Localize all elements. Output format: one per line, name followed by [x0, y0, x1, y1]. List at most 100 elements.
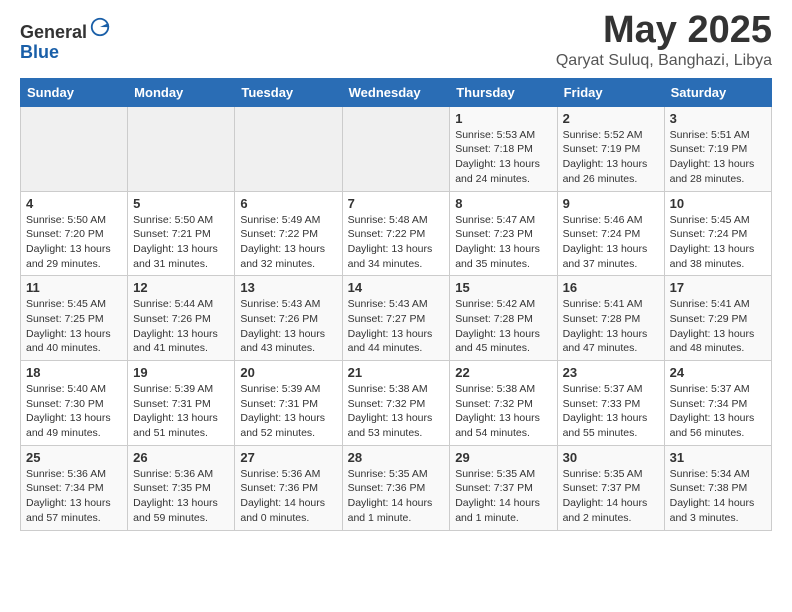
day-info: Sunrise: 5:41 AM Sunset: 7:28 PM Dayligh… — [563, 297, 659, 356]
day-cell: 15Sunrise: 5:42 AM Sunset: 7:28 PM Dayli… — [450, 276, 557, 361]
day-info: Sunrise: 5:44 AM Sunset: 7:26 PM Dayligh… — [133, 297, 229, 356]
day-number: 4 — [26, 196, 122, 211]
day-info: Sunrise: 5:41 AM Sunset: 7:29 PM Dayligh… — [670, 297, 766, 356]
day-cell: 2 Sunrise: 5:52 AM Sunset: 7:19 PM Daylig… — [557, 106, 664, 191]
day-number: 27 — [240, 450, 336, 465]
day-cell: 26Sunrise: 5:36 AM Sunset: 7:35 PM Dayli… — [128, 445, 235, 530]
day-number: 17 — [670, 280, 766, 295]
day-info: Sunrise: 5:39 AM Sunset: 7:31 PM Dayligh… — [240, 382, 336, 441]
day-cell: 21Sunrise: 5:38 AM Sunset: 7:32 PM Dayli… — [342, 361, 450, 446]
day-number: 21 — [348, 365, 445, 380]
weekday-header-saturday: Saturday — [664, 78, 771, 106]
weekday-header-sunday: Sunday — [21, 78, 128, 106]
day-info: Sunrise: 5:49 AM Sunset: 7:22 PM Dayligh… — [240, 213, 336, 272]
day-cell: 11Sunrise: 5:45 AM Sunset: 7:25 PM Dayli… — [21, 276, 128, 361]
logo-blue-text: Blue — [20, 42, 59, 62]
day-info: Sunrise: 5:50 AM Sunset: 7:20 PM Dayligh… — [26, 213, 122, 272]
day-cell: 27 Sunrise: 5:36 AM Sunset: 7:36 PM Dayli… — [235, 445, 342, 530]
day-cell: 7 Sunrise: 5:48 AM Sunset: 7:22 PM Daylig… — [342, 191, 450, 276]
weekday-header-wednesday: Wednesday — [342, 78, 450, 106]
day-info: Sunrise: 5:45 AM Sunset: 7:25 PM Dayligh… — [26, 297, 122, 356]
day-cell — [342, 106, 450, 191]
location-text: Qaryat Suluq, Banghazi, Libya — [556, 52, 772, 70]
day-info: Sunrise: 5:35 AM Sunset: 7:37 PM Dayligh… — [455, 467, 551, 526]
weekday-header-tuesday: Tuesday — [235, 78, 342, 106]
month-title: May 2025 — [556, 10, 772, 52]
day-cell: 18 Sunrise: 5:40 AM Sunset: 7:30 PM Dayli… — [21, 361, 128, 446]
day-number: 14 — [348, 280, 445, 295]
day-number: 12 — [133, 280, 229, 295]
weekday-header-monday: Monday — [128, 78, 235, 106]
day-cell: 19Sunrise: 5:39 AM Sunset: 7:31 PM Dayli… — [128, 361, 235, 446]
day-number: 2 — [563, 111, 659, 126]
day-cell: 24 Sunrise: 5:37 AM Sunset: 7:34 PM Dayli… — [664, 361, 771, 446]
week-row-1: 1 Sunrise: 5:53 AM Sunset: 7:18 PM Daylig… — [21, 106, 772, 191]
day-cell: 28 Sunrise: 5:35 AM Sunset: 7:36 PM Dayli… — [342, 445, 450, 530]
day-info: Sunrise: 5:43 AM Sunset: 7:26 PM Dayligh… — [240, 297, 336, 356]
day-cell: 4 Sunrise: 5:50 AM Sunset: 7:20 PM Daylig… — [21, 191, 128, 276]
week-row-2: 4 Sunrise: 5:50 AM Sunset: 7:20 PM Daylig… — [21, 191, 772, 276]
day-number: 18 — [26, 365, 122, 380]
day-cell: 14Sunrise: 5:43 AM Sunset: 7:27 PM Dayli… — [342, 276, 450, 361]
day-number: 9 — [563, 196, 659, 211]
logo-general-text: General — [20, 22, 87, 42]
week-row-4: 18 Sunrise: 5:40 AM Sunset: 7:30 PM Dayli… — [21, 361, 772, 446]
day-cell: 13Sunrise: 5:43 AM Sunset: 7:26 PM Dayli… — [235, 276, 342, 361]
day-cell: 12 Sunrise: 5:44 AM Sunset: 7:26 PM Dayli… — [128, 276, 235, 361]
day-info: Sunrise: 5:36 AM Sunset: 7:34 PM Dayligh… — [26, 467, 122, 526]
day-number: 29 — [455, 450, 551, 465]
day-number: 5 — [133, 196, 229, 211]
day-info: Sunrise: 5:47 AM Sunset: 7:23 PM Dayligh… — [455, 213, 551, 272]
calendar-table: SundayMondayTuesdayWednesdayThursdayFrid… — [20, 78, 772, 531]
day-info: Sunrise: 5:36 AM Sunset: 7:36 PM Dayligh… — [240, 467, 336, 526]
weekday-header-friday: Friday — [557, 78, 664, 106]
day-info: Sunrise: 5:45 AM Sunset: 7:24 PM Dayligh… — [670, 213, 766, 272]
day-cell: 20Sunrise: 5:39 AM Sunset: 7:31 PM Dayli… — [235, 361, 342, 446]
logo-icon — [89, 16, 111, 38]
day-number: 10 — [670, 196, 766, 211]
page-header: General Blue May 2025 Qaryat Suluq, Bang… — [20, 10, 772, 70]
day-cell: 6 Sunrise: 5:49 AM Sunset: 7:22 PM Daylig… — [235, 191, 342, 276]
week-row-3: 11Sunrise: 5:45 AM Sunset: 7:25 PM Dayli… — [21, 276, 772, 361]
day-cell: 8 Sunrise: 5:47 AM Sunset: 7:23 PM Daylig… — [450, 191, 557, 276]
day-number: 25 — [26, 450, 122, 465]
day-cell: 1 Sunrise: 5:53 AM Sunset: 7:18 PM Daylig… — [450, 106, 557, 191]
weekday-header-thursday: Thursday — [450, 78, 557, 106]
day-number: 23 — [563, 365, 659, 380]
weekday-header-row: SundayMondayTuesdayWednesdayThursdayFrid… — [21, 78, 772, 106]
day-cell: 30Sunrise: 5:35 AM Sunset: 7:37 PM Dayli… — [557, 445, 664, 530]
day-info: Sunrise: 5:46 AM Sunset: 7:24 PM Dayligh… — [563, 213, 659, 272]
day-number: 30 — [563, 450, 659, 465]
day-number: 3 — [670, 111, 766, 126]
day-info: Sunrise: 5:37 AM Sunset: 7:34 PM Dayligh… — [670, 382, 766, 441]
day-info: Sunrise: 5:51 AM Sunset: 7:19 PM Dayligh… — [670, 128, 766, 187]
day-cell: 22 Sunrise: 5:38 AM Sunset: 7:32 PM Dayli… — [450, 361, 557, 446]
day-number: 22 — [455, 365, 551, 380]
day-number: 8 — [455, 196, 551, 211]
day-number: 28 — [348, 450, 445, 465]
day-number: 1 — [455, 111, 551, 126]
day-number: 26 — [133, 450, 229, 465]
day-info: Sunrise: 5:35 AM Sunset: 7:36 PM Dayligh… — [348, 467, 445, 526]
week-row-5: 25 Sunrise: 5:36 AM Sunset: 7:34 PM Dayli… — [21, 445, 772, 530]
day-info: Sunrise: 5:37 AM Sunset: 7:33 PM Dayligh… — [563, 382, 659, 441]
day-info: Sunrise: 5:40 AM Sunset: 7:30 PM Dayligh… — [26, 382, 122, 441]
day-info: Sunrise: 5:52 AM Sunset: 7:19 PM Dayligh… — [563, 128, 659, 187]
day-info: Sunrise: 5:48 AM Sunset: 7:22 PM Dayligh… — [348, 213, 445, 272]
day-number: 7 — [348, 196, 445, 211]
day-number: 24 — [670, 365, 766, 380]
day-cell: 3 Sunrise: 5:51 AM Sunset: 7:19 PM Daylig… — [664, 106, 771, 191]
day-cell: 23 Sunrise: 5:37 AM Sunset: 7:33 PM Dayli… — [557, 361, 664, 446]
day-info: Sunrise: 5:53 AM Sunset: 7:18 PM Dayligh… — [455, 128, 551, 187]
day-info: Sunrise: 5:34 AM Sunset: 7:38 PM Dayligh… — [670, 467, 766, 526]
day-info: Sunrise: 5:50 AM Sunset: 7:21 PM Dayligh… — [133, 213, 229, 272]
day-number: 6 — [240, 196, 336, 211]
day-cell: 31Sunrise: 5:34 AM Sunset: 7:38 PM Dayli… — [664, 445, 771, 530]
day-cell — [21, 106, 128, 191]
day-info: Sunrise: 5:42 AM Sunset: 7:28 PM Dayligh… — [455, 297, 551, 356]
day-info: Sunrise: 5:39 AM Sunset: 7:31 PM Dayligh… — [133, 382, 229, 441]
day-info: Sunrise: 5:38 AM Sunset: 7:32 PM Dayligh… — [455, 382, 551, 441]
logo: General Blue — [20, 16, 111, 63]
title-block: May 2025 Qaryat Suluq, Banghazi, Libya — [556, 10, 772, 70]
day-number: 16 — [563, 280, 659, 295]
